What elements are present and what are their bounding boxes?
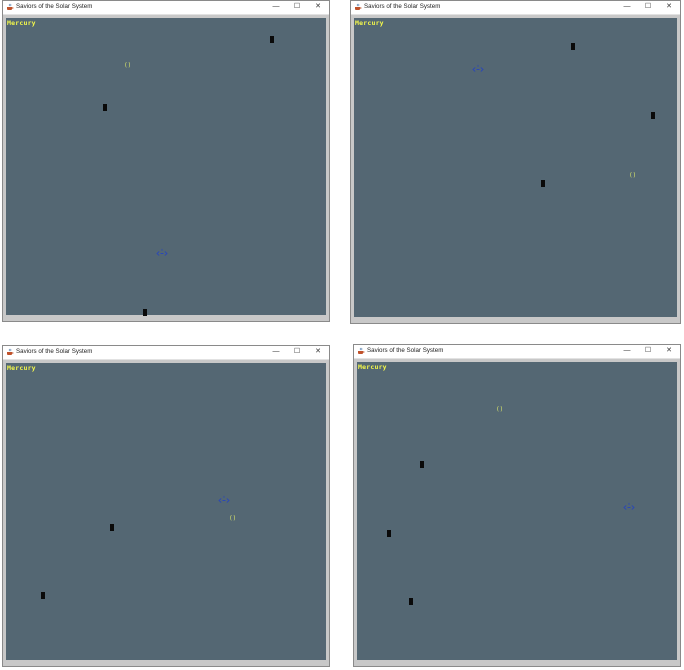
alien-block-icon	[270, 36, 274, 43]
spaceship-icon	[623, 502, 635, 510]
planet-label: Mercury	[7, 364, 36, 372]
minimize-button[interactable]: —	[269, 347, 283, 357]
game-window-4[interactable]: Saviors of the Solar System — ☐ ✕ Mercur…	[353, 344, 681, 667]
game-window-1[interactable]: Saviors of the Solar System — ☐ ✕ Mercur…	[2, 0, 330, 322]
game-window-2[interactable]: Saviors of the Solar System — ☐ ✕ Mercur…	[350, 0, 681, 324]
minimize-button[interactable]: —	[620, 2, 634, 12]
coin-icon: ()	[124, 62, 132, 69]
alien-block-icon	[420, 461, 424, 468]
coin-icon: ()	[229, 515, 237, 522]
alien-block-icon	[571, 43, 575, 50]
playfield[interactable]: Mercury ()	[354, 18, 677, 317]
window-title: Saviors of the Solar System	[16, 3, 93, 10]
title-bar[interactable]: Saviors of the Solar System — ☐ ✕	[354, 345, 680, 359]
maximize-button[interactable]: ☐	[641, 2, 655, 12]
planet-label: Mercury	[7, 19, 36, 27]
planet-label: Mercury	[358, 363, 387, 371]
spaceship-icon	[472, 64, 484, 72]
close-button[interactable]: ✕	[311, 347, 325, 357]
java-cup-icon	[358, 347, 365, 354]
minimize-button[interactable]: —	[269, 2, 283, 12]
title-bar[interactable]: Saviors of the Solar System — ☐ ✕	[3, 1, 329, 15]
playfield[interactable]: Mercury ()	[357, 362, 677, 660]
java-cup-icon	[7, 348, 14, 355]
window-title: Saviors of the Solar System	[367, 347, 444, 354]
planet-label: Mercury	[355, 19, 384, 27]
alien-block-icon	[41, 592, 45, 599]
alien-block-icon	[409, 598, 413, 605]
playfield[interactable]: Mercury ()	[6, 363, 326, 660]
maximize-button[interactable]: ☐	[290, 347, 304, 357]
game-window-3[interactable]: Saviors of the Solar System — ☐ ✕ Mercur…	[2, 345, 330, 667]
minimize-button[interactable]: —	[620, 346, 634, 356]
window-title: Saviors of the Solar System	[16, 348, 93, 355]
java-cup-icon	[7, 3, 14, 10]
window-title: Saviors of the Solar System	[364, 3, 441, 10]
java-cup-icon	[355, 3, 362, 10]
playfield[interactable]: Mercury ()	[6, 18, 326, 316]
maximize-button[interactable]: ☐	[290, 2, 304, 12]
spaceship-icon	[156, 248, 168, 256]
coin-icon: ()	[629, 172, 637, 179]
alien-block-icon	[541, 180, 545, 187]
maximize-button[interactable]: ☐	[641, 346, 655, 356]
close-button[interactable]: ✕	[311, 2, 325, 12]
alien-block-icon	[651, 112, 655, 119]
alien-block-icon	[143, 309, 147, 316]
alien-block-icon	[110, 524, 114, 531]
close-button[interactable]: ✕	[662, 346, 676, 356]
title-bar[interactable]: Saviors of the Solar System — ☐ ✕	[3, 346, 329, 360]
coin-icon: ()	[496, 406, 504, 413]
alien-block-icon	[103, 104, 107, 111]
alien-block-icon	[387, 530, 391, 537]
title-bar[interactable]: Saviors of the Solar System — ☐ ✕	[351, 1, 680, 15]
close-button[interactable]: ✕	[662, 2, 676, 12]
spaceship-icon	[218, 495, 230, 503]
